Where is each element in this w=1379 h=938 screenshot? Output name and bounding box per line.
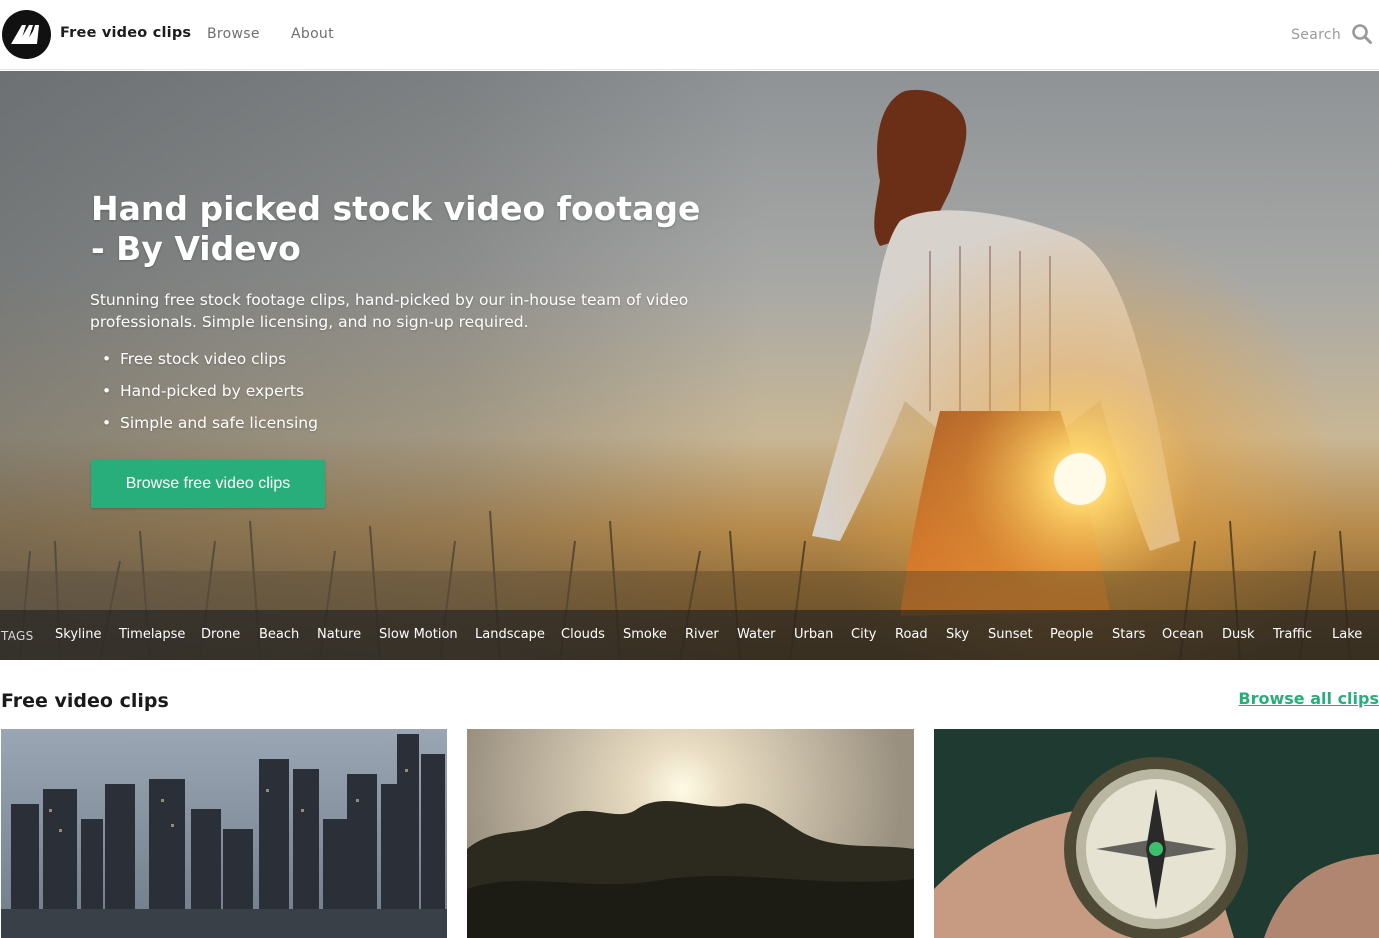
tags-label: TAGS	[1, 629, 34, 643]
tag-sunset[interactable]: Sunset	[988, 627, 1033, 642]
hero-bullet: Free stock video clips	[102, 343, 318, 375]
browse-free-clips-button[interactable]: Browse free video clips	[91, 460, 325, 508]
hero-bullet-list: Free stock video clips Hand-picked by ex…	[102, 343, 318, 439]
tag-smoke[interactable]: Smoke	[623, 627, 667, 642]
clip-thumbnail-city-skyline[interactable]	[1, 729, 447, 938]
hero-bullet: Simple and safe licensing	[102, 407, 318, 439]
tag-lake[interactable]: Lake	[1332, 627, 1362, 642]
hero-banner: Hand picked stock video footage - By Vid…	[0, 71, 1379, 660]
tag-river[interactable]: River	[685, 627, 719, 642]
tag-water[interactable]: Water	[737, 627, 775, 642]
site-header: Free video clips Browse About	[0, 0, 1379, 70]
tag-landscape[interactable]: Landscape	[475, 627, 545, 642]
tag-drone[interactable]: Drone	[201, 627, 240, 642]
hero-description: Stunning free stock footage clips, hand-…	[90, 291, 689, 331]
tag-skyline[interactable]: Skyline	[55, 627, 101, 642]
tag-ocean[interactable]: Ocean	[1162, 627, 1204, 642]
tag-people[interactable]: People	[1050, 627, 1093, 642]
hero-title-line2: - By Videvo	[91, 229, 301, 268]
tag-sky[interactable]: Sky	[946, 627, 969, 642]
clip-thumbnail-forest-sunset[interactable]	[467, 729, 914, 938]
nav-browse[interactable]: Browse	[207, 26, 260, 42]
hero-bullet: Hand-picked by experts	[102, 375, 318, 407]
tag-city[interactable]: City	[851, 627, 876, 642]
tag-clouds[interactable]: Clouds	[561, 627, 605, 642]
tag-timelapse[interactable]: Timelapse	[119, 627, 185, 642]
tag-road[interactable]: Road	[895, 627, 928, 642]
browse-all-clips-link[interactable]: Browse all clips	[1238, 689, 1379, 708]
section-title: Free video clips	[1, 690, 169, 712]
tag-bar: TAGS Skyline Timelapse Drone Beach Natur…	[0, 610, 1379, 660]
tag-slow-motion[interactable]: Slow Motion	[379, 627, 458, 642]
clip-thumbnail-compass[interactable]	[934, 729, 1379, 938]
tag-stars[interactable]: Stars	[1112, 627, 1145, 642]
videvo-logo-icon[interactable]	[2, 10, 51, 59]
search-icon[interactable]	[1351, 23, 1375, 47]
tag-nature[interactable]: Nature	[317, 627, 361, 642]
hero-title: Hand picked stock video footage - By Vid…	[91, 189, 711, 269]
nav-about[interactable]: About	[291, 26, 334, 42]
search-box	[1225, 22, 1375, 48]
tag-beach[interactable]: Beach	[259, 627, 299, 642]
brand-link[interactable]: Free video clips	[60, 25, 191, 41]
search-input[interactable]	[1231, 22, 1341, 48]
tag-urban[interactable]: Urban	[794, 627, 833, 642]
hero-title-line1: Hand picked stock video footage	[91, 189, 701, 228]
tag-traffic[interactable]: Traffic	[1273, 627, 1312, 642]
tag-dusk[interactable]: Dusk	[1222, 627, 1255, 642]
